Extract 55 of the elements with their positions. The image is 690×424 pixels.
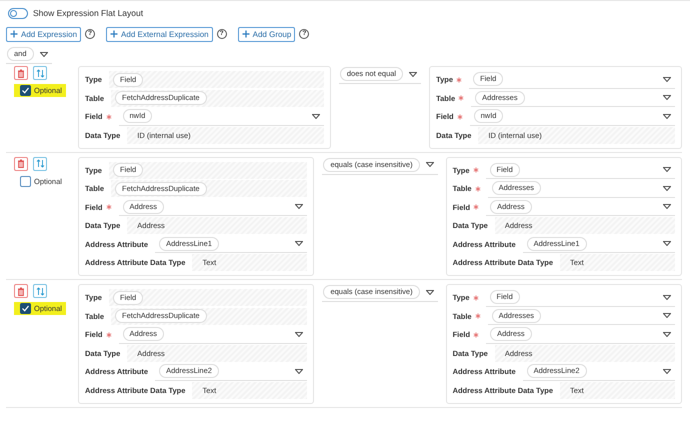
caret-icon xyxy=(663,313,671,318)
swap-icon xyxy=(36,159,44,168)
caret-icon xyxy=(663,186,671,190)
swap-button[interactable] xyxy=(33,156,47,170)
toggle-label: Show Expression Flat Layout xyxy=(33,8,144,18)
swap-button[interactable] xyxy=(33,66,47,80)
required-icon xyxy=(106,332,112,338)
caret-icon xyxy=(663,332,671,336)
add-button[interactable]: Add External Expression xyxy=(106,26,213,42)
caret-icon xyxy=(426,290,434,294)
caret-icon xyxy=(409,72,418,76)
caret-icon xyxy=(426,162,434,167)
caret-icon xyxy=(663,294,671,300)
required-icon xyxy=(473,204,480,210)
caret-icon xyxy=(295,204,304,209)
toggle-switch[interactable] xyxy=(8,8,28,18)
delete-button[interactable] xyxy=(14,156,28,170)
trash-icon xyxy=(17,286,25,296)
trash-icon xyxy=(17,68,25,78)
add-button[interactable]: Add Expression xyxy=(6,26,82,42)
swap-icon xyxy=(36,286,44,296)
checkbox[interactable] xyxy=(20,303,31,314)
caret-icon xyxy=(295,241,304,246)
add-button[interactable]: Add Group xyxy=(238,26,296,42)
caret-icon xyxy=(663,167,671,172)
plus-icon xyxy=(110,30,118,38)
trash-icon xyxy=(17,159,25,168)
required-icon xyxy=(458,95,464,101)
delete-button[interactable] xyxy=(14,66,28,80)
caret-icon xyxy=(40,52,48,56)
caret-icon xyxy=(295,368,304,374)
plus-icon xyxy=(10,30,18,38)
caret-icon xyxy=(295,332,304,336)
caret-icon xyxy=(663,114,671,118)
checkbox[interactable] xyxy=(20,85,31,96)
required-icon xyxy=(456,76,462,82)
required-icon xyxy=(472,167,479,173)
swap-button[interactable] xyxy=(33,284,47,298)
checkbox[interactable] xyxy=(20,176,31,186)
caret-icon xyxy=(663,204,671,209)
required-icon xyxy=(474,186,481,192)
required-icon xyxy=(106,114,112,120)
required-icon xyxy=(474,313,481,319)
caret-icon xyxy=(663,368,671,374)
caret-icon xyxy=(312,114,320,118)
required-icon xyxy=(106,204,112,210)
required-icon xyxy=(473,332,480,338)
caret-icon xyxy=(663,76,671,82)
caret-icon xyxy=(663,95,671,100)
caret-icon xyxy=(663,241,671,246)
delete-button[interactable] xyxy=(14,284,28,298)
required-icon xyxy=(456,114,463,120)
required-icon xyxy=(472,294,479,300)
swap-icon xyxy=(36,68,44,78)
plus-icon xyxy=(242,30,250,38)
